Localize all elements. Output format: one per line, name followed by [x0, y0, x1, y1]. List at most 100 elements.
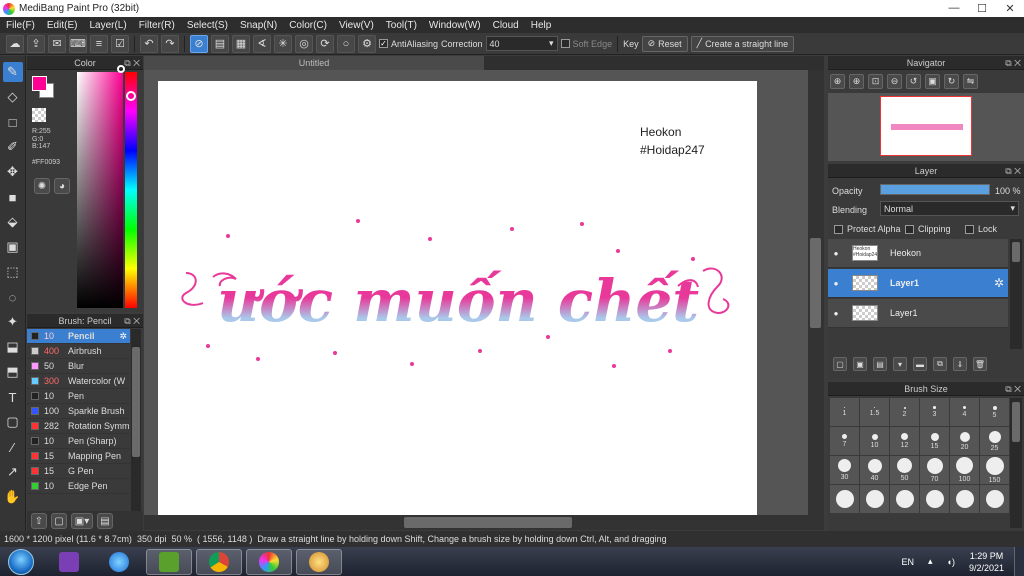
- brush-item[interactable]: 10 Pen: [27, 389, 130, 404]
- fit-icon[interactable]: ⊡: [868, 74, 883, 89]
- brush-size-option[interactable]: 1: [830, 398, 859, 426]
- brush-item[interactable]: 10 Edge Pen: [27, 479, 130, 494]
- keyboard-icon[interactable]: ⌨: [69, 34, 87, 53]
- eraser-tool-icon[interactable]: ◇: [3, 87, 23, 107]
- bucket-tool-icon[interactable]: ⬙: [3, 212, 23, 232]
- snap-concentric-icon[interactable]: ◎: [295, 34, 313, 53]
- menu-snap[interactable]: Snap(N): [234, 20, 283, 31]
- color-swatches[interactable]: [32, 76, 54, 98]
- brush-size-option[interactable]: 25: [980, 427, 1009, 455]
- delete-layer-icon[interactable]: 🗑: [973, 357, 987, 371]
- brush-size-option[interactable]: 10: [860, 427, 889, 455]
- brush-item[interactable]: 10 Pen (Sharp): [27, 434, 130, 449]
- reset-button[interactable]: ⊘ Reset: [641, 35, 688, 52]
- menu-tool[interactable]: Tool(T): [380, 20, 423, 31]
- menu-help[interactable]: Help: [525, 20, 558, 31]
- volume-icon[interactable]: ◖): [947, 557, 955, 567]
- text-tool-icon[interactable]: T: [3, 387, 23, 407]
- brush-size-option[interactable]: [950, 485, 979, 513]
- eyedropper-tool-icon[interactable]: ⁄: [3, 437, 23, 457]
- layer-visibility-icon[interactable]: ●: [828, 279, 844, 288]
- minimize-button[interactable]: —: [940, 2, 968, 15]
- brush-size-option[interactable]: [830, 485, 859, 513]
- snap-curve-icon[interactable]: ⟳: [316, 34, 334, 53]
- snap-radial-icon[interactable]: ✳: [274, 34, 292, 53]
- media-taskbar-button[interactable]: [146, 548, 192, 575]
- layer-item[interactable]: ● Layer1: [828, 299, 1008, 328]
- brush-item[interactable]: 400 Airbrush: [27, 344, 130, 359]
- hand-tool-icon[interactable]: ✋: [3, 487, 23, 507]
- new-halftone-layer-icon[interactable]: ▣: [853, 357, 867, 371]
- brush-size-option[interactable]: 15: [920, 427, 949, 455]
- gradient-tool-icon[interactable]: ▣: [3, 237, 23, 257]
- panel-popout-icon[interactable]: ⧉ ✕: [1005, 382, 1021, 396]
- menu-window[interactable]: Window(W): [423, 20, 487, 31]
- brush-size-option[interactable]: 30: [830, 456, 859, 484]
- brush-tool-icon[interactable]: ✎: [2, 62, 23, 82]
- brush-size-option[interactable]: [860, 485, 889, 513]
- move-tool-icon[interactable]: ✥: [3, 162, 23, 182]
- scrollbar-thumb[interactable]: [810, 238, 821, 328]
- saturation-value-picker[interactable]: [77, 72, 123, 308]
- panel-popout-icon[interactable]: ⧉ ✕: [124, 314, 140, 328]
- cloud-icon[interactable]: ☁: [6, 34, 24, 53]
- lock-checkbox[interactable]: [965, 224, 974, 234]
- blending-select[interactable]: Normal ▾: [880, 201, 1019, 216]
- correction-select[interactable]: 40 ▾: [485, 36, 558, 51]
- list-icon[interactable]: ≡: [90, 34, 108, 53]
- protect-alpha-checkbox[interactable]: [834, 224, 843, 234]
- menu-filter[interactable]: Filter(R): [133, 20, 181, 31]
- snap-off-icon[interactable]: ⊘: [190, 34, 208, 53]
- transparent-color-swatch[interactable]: [32, 108, 46, 122]
- panel-popout-icon[interactable]: ⧉ ✕: [124, 56, 140, 70]
- comment-icon[interactable]: ✉: [48, 34, 66, 53]
- brush-item[interactable]: 300 Watercolor (W: [27, 374, 130, 389]
- divide-tool-icon[interactable]: ▢: [3, 412, 23, 432]
- medibang-taskbar-button[interactable]: [246, 548, 292, 575]
- scrollbar-thumb[interactable]: [1012, 402, 1020, 442]
- select-tool-icon[interactable]: ⬚: [3, 262, 23, 282]
- brush-size-option[interactable]: 1.5: [860, 398, 889, 426]
- canvas-horizontal-scrollbar[interactable]: [144, 515, 824, 530]
- rotate-left-icon[interactable]: ↺: [906, 74, 921, 89]
- brush-size-option[interactable]: 3: [920, 398, 949, 426]
- internet-explorer-taskbar-button[interactable]: [96, 549, 142, 575]
- flip-icon[interactable]: ⇋: [963, 74, 978, 89]
- panel-popout-icon[interactable]: ⧉ ✕: [1005, 164, 1021, 178]
- lasso-tool-icon[interactable]: ◌: [3, 287, 23, 307]
- brush-settings-gear-icon[interactable]: ✲: [119, 331, 127, 342]
- menu-edit[interactable]: Edit(E): [41, 20, 84, 31]
- navigator-thumbnail[interactable]: [880, 96, 972, 156]
- brush-list-scrollbar[interactable]: [131, 329, 141, 511]
- color-picker-handle[interactable]: [117, 65, 125, 73]
- layer-list-scrollbar[interactable]: [1010, 239, 1022, 349]
- close-button[interactable]: ✕: [996, 2, 1024, 15]
- brush-size-option[interactable]: 150: [980, 456, 1009, 484]
- brush-menu-icon[interactable]: ▣▾: [71, 513, 93, 529]
- brush-size-scrollbar[interactable]: [1010, 398, 1022, 528]
- brush-size-option[interactable]: [920, 485, 949, 513]
- lock-option[interactable]: Lock: [965, 224, 997, 234]
- redo-icon[interactable]: ↷: [161, 34, 179, 53]
- snap-circle-icon[interactable]: ○: [337, 34, 355, 53]
- antialiasing-option[interactable]: ✓ AntiAliasing: [379, 39, 438, 49]
- select-eraser-tool-icon[interactable]: ⬒: [3, 362, 23, 382]
- checklist-icon[interactable]: ☑: [111, 34, 129, 53]
- foreground-color-swatch[interactable]: [32, 76, 47, 91]
- navigator-preview[interactable]: [828, 93, 1024, 161]
- brush-settings-icon[interactable]: ▤: [97, 513, 113, 529]
- brush-size-option[interactable]: 70: [920, 456, 949, 484]
- rotate-right-icon[interactable]: ↻: [944, 74, 959, 89]
- brush-item[interactable]: 50 Blur: [27, 359, 130, 374]
- brush-size-option[interactable]: 5: [980, 398, 1009, 426]
- clipping-checkbox[interactable]: [905, 224, 914, 234]
- visual-studio-taskbar-button[interactable]: [46, 549, 92, 575]
- clock[interactable]: 1:29 PM 9/2/2021: [969, 550, 1004, 574]
- menu-select[interactable]: Select(S): [181, 20, 234, 31]
- merge-down-icon[interactable]: ⇓: [953, 357, 967, 371]
- zoom-out-icon[interactable]: ⊖: [887, 74, 902, 89]
- scrollbar-thumb[interactable]: [1012, 242, 1020, 262]
- antialiasing-checkbox[interactable]: ✓: [379, 39, 388, 48]
- snap-grid-icon[interactable]: ▦: [232, 34, 250, 53]
- share-icon[interactable]: ⇪: [27, 34, 45, 53]
